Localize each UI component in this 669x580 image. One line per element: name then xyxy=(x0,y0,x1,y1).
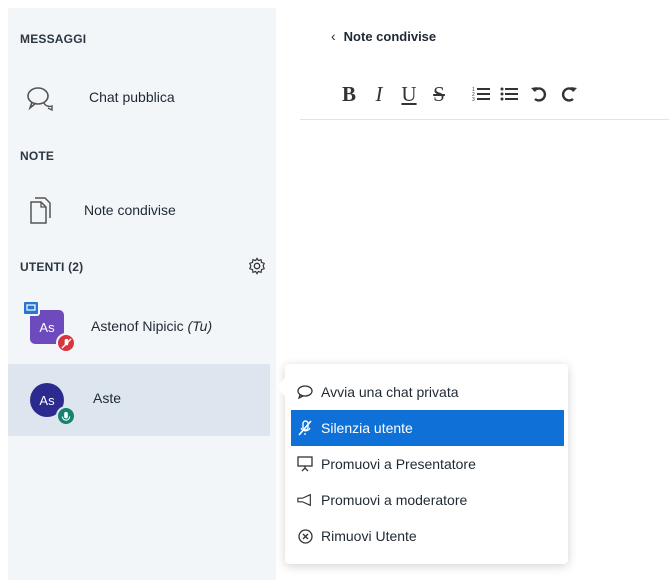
notes-heading: NOTE xyxy=(20,149,55,163)
svg-text:3: 3 xyxy=(472,97,475,102)
chevron-left-icon: ‹ xyxy=(331,28,336,44)
bold-button[interactable]: B xyxy=(334,82,364,107)
strikethrough-button[interactable]: S xyxy=(424,82,454,107)
document-icon xyxy=(30,197,51,224)
gear-icon[interactable] xyxy=(248,257,266,275)
user-name: Astenof Nipicic (Tu) xyxy=(91,318,213,334)
megaphone-icon xyxy=(297,492,313,508)
shared-notes-label: Note condivise xyxy=(84,202,176,218)
menu-item-label: Promuovi a Presentatore xyxy=(321,456,476,472)
toolbar-divider xyxy=(300,119,669,120)
user-list-item[interactable]: As Astenof Nipicic (Tu) xyxy=(8,292,270,364)
remove-circle-icon xyxy=(297,528,313,544)
ordered-list-icon[interactable]: 1 2 3 xyxy=(472,86,490,102)
panel-title: Note condivise xyxy=(343,28,437,44)
public-chat-item[interactable]: Chat pubblica xyxy=(8,74,276,122)
italic-button[interactable]: I xyxy=(364,82,394,107)
muted-mic-icon xyxy=(56,333,76,353)
you-tag: (Tu) xyxy=(187,318,213,334)
menu-item-label: Rimuovi Utente xyxy=(321,528,417,544)
user-list-item-selected[interactable]: As Aste xyxy=(8,364,270,436)
menu-item-label: Avvia una chat privata xyxy=(321,384,459,400)
mic-icon xyxy=(56,406,76,426)
messages-heading: MESSAGGI xyxy=(20,32,87,46)
menu-pointer xyxy=(276,378,285,396)
shared-notes-item[interactable]: Note condivise xyxy=(8,188,276,236)
mute-icon xyxy=(297,420,313,436)
menu-item-mute-user[interactable]: Silenzia utente xyxy=(291,410,564,446)
avatar-initials: As xyxy=(39,319,55,335)
menu-item-remove-user[interactable]: Rimuovi Utente xyxy=(291,518,564,554)
menu-item-make-moderator[interactable]: Promuovi a moderatore xyxy=(291,482,564,518)
users-heading: UTENTI (2) xyxy=(20,260,84,274)
avatar-initials: As xyxy=(39,392,55,408)
back-button[interactable]: ‹ Note condivise xyxy=(331,28,436,44)
menu-item-label: Silenzia utente xyxy=(321,420,413,436)
redo-icon[interactable] xyxy=(560,85,578,103)
editor-toolbar: B I U S 1 2 3 xyxy=(334,80,578,108)
presentation-icon xyxy=(297,456,313,472)
undo-icon[interactable] xyxy=(530,85,548,103)
menu-item-make-presenter[interactable]: Promuovi a Presentatore xyxy=(291,446,564,482)
chat-bubbles-icon xyxy=(27,87,53,112)
user-name: Aste xyxy=(93,390,122,406)
menu-item-private-chat[interactable]: Avvia una chat privata xyxy=(291,374,564,410)
bullet-list-icon[interactable] xyxy=(500,86,518,102)
user-context-menu: Avvia una chat privata Silenzia utente P… xyxy=(276,364,568,564)
chat-icon xyxy=(297,384,313,400)
presenter-icon xyxy=(22,300,40,316)
public-chat-label: Chat pubblica xyxy=(89,89,175,105)
underline-button[interactable]: U xyxy=(394,82,424,107)
menu-item-label: Promuovi a moderatore xyxy=(321,492,468,508)
